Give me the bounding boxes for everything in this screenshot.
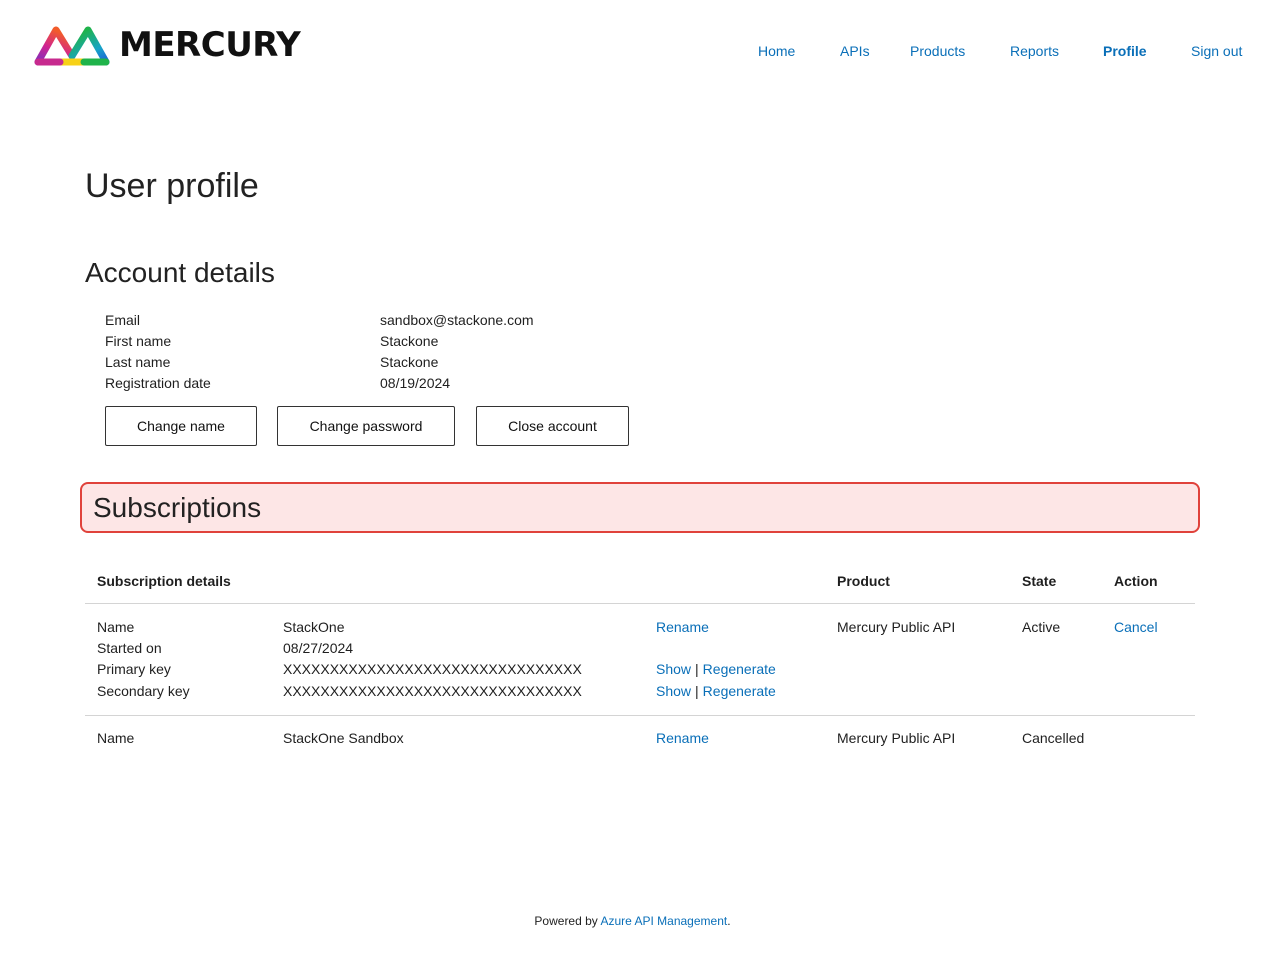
secondary-key-value: XXXXXXXXXXXXXXXXXXXXXXXXXXXXXXXX (283, 683, 582, 699)
subscription-name: StackOne Sandbox (283, 730, 404, 746)
table-row: Name StackOne Rename Mercury Public API … (85, 604, 1195, 716)
subscriptions-heading: Subscriptions (93, 492, 262, 523)
table-row: Name StackOne Sandbox Rename Mercury Pub… (85, 716, 1195, 762)
close-account-button[interactable]: Close account (476, 406, 629, 446)
header-state: State (1022, 573, 1057, 589)
separator: | (695, 661, 699, 677)
table-header: Subscription details Product State Actio… (85, 566, 1195, 604)
nav-reports-link[interactable]: Reports (1010, 41, 1059, 61)
product-name: Mercury Public API (837, 619, 956, 635)
nav-sign-out-link[interactable]: Sign out (1191, 41, 1242, 61)
field-label: First name (105, 333, 172, 349)
primary-key-actions: Show | Regenerate (656, 659, 776, 680)
subscription-name: StackOne (283, 619, 345, 635)
regenerate-primary-key-link[interactable]: Regenerate (703, 661, 776, 677)
nav-profile-link[interactable]: Profile (1103, 41, 1147, 61)
field-value: Stackone (380, 333, 439, 349)
separator: | (695, 683, 699, 699)
subscription-state: Cancelled (1022, 730, 1085, 746)
header-product: Product (837, 573, 890, 589)
change-password-button[interactable]: Change password (277, 406, 455, 446)
footer-prefix: Powered by (534, 914, 601, 928)
field-label: Registration date (105, 375, 211, 391)
site-footer: Powered by Azure API Management. (0, 912, 1265, 930)
field-value: 08/19/2024 (380, 375, 451, 391)
started-on-value: 08/27/2024 (283, 640, 354, 656)
field-label: Email (105, 312, 141, 328)
cancel-subscription-link[interactable]: Cancel (1114, 617, 1158, 638)
secondary-key-actions: Show | Regenerate (656, 681, 776, 702)
account-details-heading: Account details (85, 257, 275, 288)
rename-link[interactable]: Rename (656, 617, 709, 638)
page-title: User profile (85, 167, 259, 205)
nav-home-link[interactable]: Home (758, 41, 795, 61)
header-subscription-details: Subscription details (97, 573, 231, 589)
rename-link[interactable]: Rename (656, 728, 709, 749)
primary-key-label: Primary key (97, 661, 171, 677)
started-on-label: Started on (97, 640, 162, 656)
name-label: Name (97, 619, 135, 635)
change-name-button[interactable]: Change name (105, 406, 257, 446)
regenerate-secondary-key-link[interactable]: Regenerate (703, 683, 776, 699)
field-value: Stackone (380, 354, 439, 370)
main-nav: Home APIs Products Reports Profile Sign … (0, 41, 1265, 61)
primary-key-value: XXXXXXXXXXXXXXXXXXXXXXXXXXXXXXXX (283, 661, 582, 677)
azure-api-management-link[interactable]: Azure API Management (600, 914, 727, 928)
subscriptions-table: Subscription details Product State Actio… (85, 566, 1195, 762)
show-secondary-key-link[interactable]: Show (656, 683, 691, 699)
site-header: MERCURY Home APIs Products Reports Profi… (0, 0, 1265, 100)
field-label: Last name (105, 354, 171, 370)
nav-products-link[interactable]: Products (910, 41, 965, 61)
show-primary-key-link[interactable]: Show (656, 661, 691, 677)
nav-apis-link[interactable]: APIs (840, 41, 870, 61)
header-action: Action (1114, 573, 1158, 589)
product-name: Mercury Public API (837, 730, 956, 746)
subscription-state: Active (1022, 619, 1061, 635)
name-label: Name (97, 730, 135, 746)
footer-suffix: . (727, 914, 731, 928)
field-value: sandbox@stackone.com (380, 312, 534, 328)
subscriptions-highlight-box: Subscriptions (80, 482, 1200, 533)
secondary-key-label: Secondary key (97, 683, 190, 699)
